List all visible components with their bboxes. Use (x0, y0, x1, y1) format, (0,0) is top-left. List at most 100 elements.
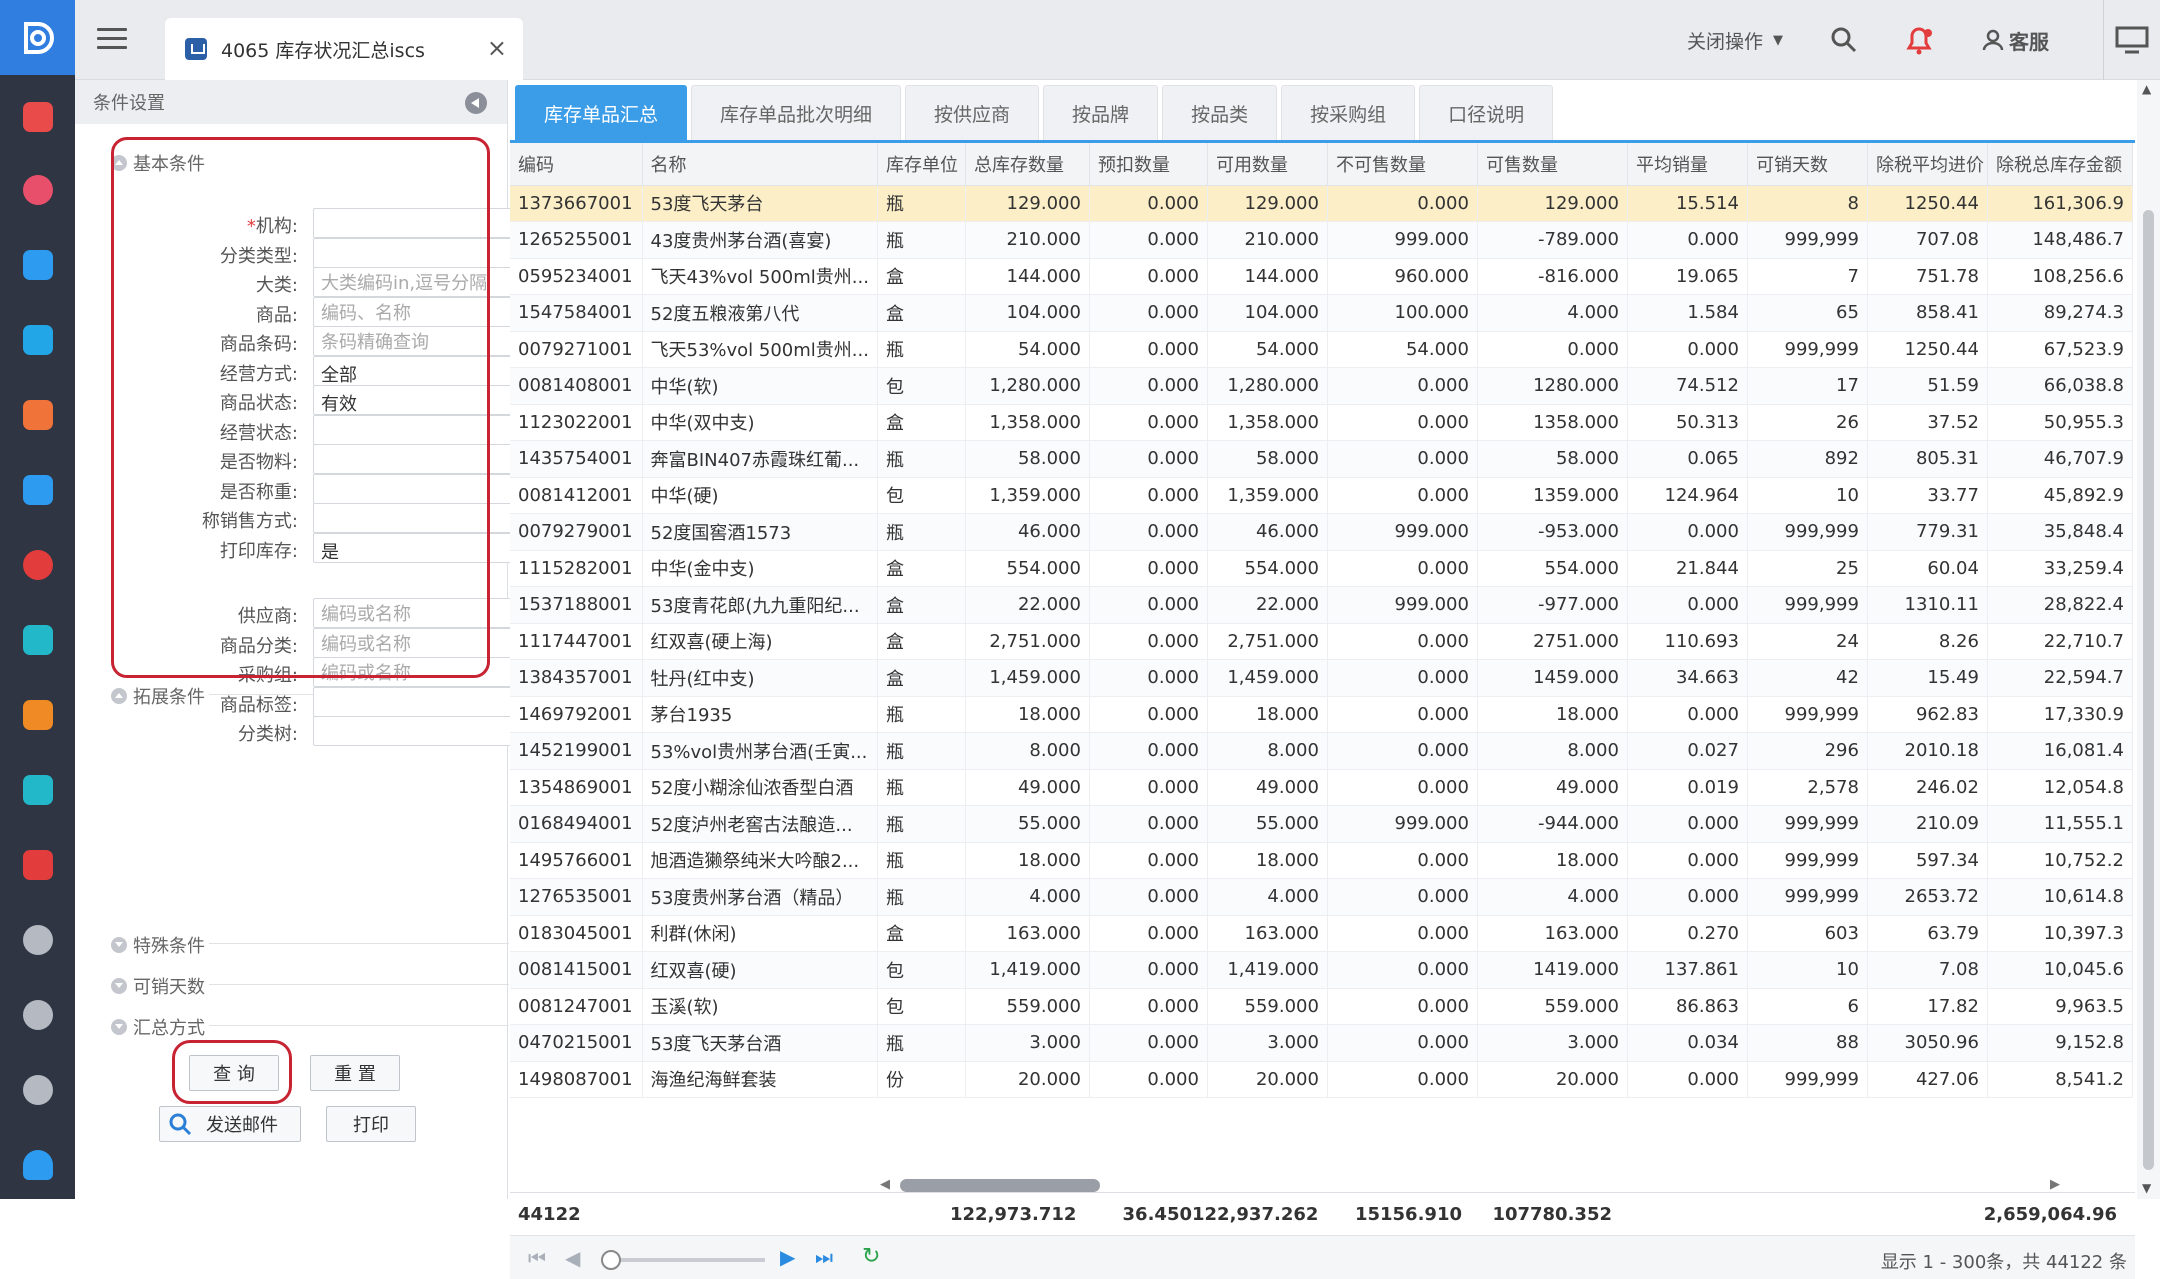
table-row[interactable]: 0470215001 53度飞天茅台酒瓶 3.000 0.000 3.000 0.000 3… (510, 1024, 2133, 1062)
table-row[interactable]: 1495766001 旭酒造獭祭纯米大吟酿2... 瓶 18.000 0.000 18.0… (510, 842, 2133, 879)
scroll-up-icon[interactable]: ▲ (2142, 82, 2151, 96)
table-row[interactable]: 1354869001 52度小糊涂仙浓香型白酒瓶 49.000 0.000 49.000… (510, 769, 2133, 806)
vertical-scrollbar[interactable]: ▲ ▼ (2137, 80, 2160, 1199)
table-row[interactable]: 0079279001 52度国窖酒1573 瓶 46.000 0.000 46.000 99… (510, 513, 2133, 551)
table-row[interactable]: 1452199001 53%vol贵州茅台酒(壬寅... 瓶 8.000 0.000 8.… (510, 732, 2133, 770)
scroll-down-icon[interactable]: ▼ (2142, 1181, 2151, 1195)
subtab[interactable]: 口径说明 (1419, 85, 1554, 141)
users-icon[interactable] (0, 990, 75, 1040)
table-row[interactable]: 1265255001 43度贵州茅台酒(喜宴) 瓶 210.000 0.000 210.0… (510, 221, 2133, 259)
list-icon[interactable] (0, 765, 75, 815)
inventory-table: 编码 名称 库存单位 总库存数量 预扣数量 可用数量 不可售数量 可售数量 平均销量 可销天数 除税… (510, 143, 2133, 1098)
send-mail-button[interactable]: 发送邮件 (159, 1106, 301, 1142)
gear-icon[interactable] (0, 1065, 75, 1115)
subtab[interactable]: 库存单品批次明细 (691, 85, 902, 141)
section-special[interactable]: 特殊条件 (111, 932, 509, 958)
horizontal-scroll-thumb[interactable] (900, 1179, 1100, 1192)
table-row[interactable]: 1498087001 海渔纪海鲜套装份 20.000 0.000 20.000 0.000… (510, 1061, 2133, 1098)
search-icon[interactable] (1830, 0, 1858, 80)
table-row[interactable]: 1276535001 53度贵州茅台酒（精品）瓶 4.000 0.000 4.000 0.… (510, 878, 2133, 916)
table-row[interactable]: 0081247001 玉溪(软) 包 559.000 0.000 559.000 0.000… (510, 988, 2133, 1025)
print-button[interactable]: 打印 (326, 1106, 416, 1142)
table-row[interactable]: 1547584001 52度五粮液第八代盒 104.000 0.000 104.000 1… (510, 294, 2133, 332)
table-row[interactable]: 0081408001 中华(软) 包 1,280.000 0.000 1,280.000 0… (510, 367, 2133, 405)
column-header[interactable]: 不可售数量 (1327, 143, 1478, 186)
hamburger-menu-icon[interactable] (97, 28, 127, 52)
scroll-right-icon[interactable]: ▶ (2050, 1177, 2060, 1192)
bag-icon[interactable] (0, 240, 75, 290)
ext-select[interactable] (313, 716, 537, 746)
page-slider[interactable] (601, 1250, 765, 1270)
column-header[interactable]: 平均销量 (1627, 143, 1748, 186)
table-row[interactable]: 1469792001 茅台1935 瓶 18.000 0.000 18.000 0.000 1… (510, 696, 2133, 733)
table-row[interactable]: 0079271001 飞天53%vol 500ml贵州... 瓶 54.000 0.00… (510, 331, 2133, 368)
page-slider-handle[interactable] (601, 1250, 621, 1270)
next-page-icon[interactable]: ▶ (780, 1245, 795, 1269)
table-cell: 0.000 (1327, 696, 1478, 733)
warehouse-out-icon[interactable] (0, 465, 75, 515)
table-row[interactable]: 1123022001 中华(双中支) 盒 1,358.000 0.000 1,358.00… (510, 404, 2133, 441)
table-cell: 0.000 (1627, 221, 1748, 259)
subtab[interactable]: 按采购组 (1281, 85, 1416, 141)
search-report-icon[interactable] (0, 165, 75, 215)
table-row[interactable]: 0081412001 中华(硬) 包 1,359.000 0.000 1,359.000 0… (510, 477, 2133, 514)
table-row[interactable]: 1384357001 牡丹(红中支) 盒 1,459.000 0.000 1,459.00… (510, 659, 2133, 697)
column-header[interactable]: 预扣数量 (1089, 143, 1208, 186)
table-cell: 0.000 (1327, 1024, 1478, 1062)
last-page-icon[interactable]: ⏭ (815, 1245, 833, 1269)
close-ops-dropdown[interactable]: 关闭操作 ▼ (1687, 0, 1783, 80)
horizontal-scrollbar[interactable]: ◀ ▶ (880, 1177, 2060, 1193)
prev-page-icon[interactable]: ◀ (565, 1246, 580, 1270)
column-header[interactable]: 编码 (510, 143, 643, 186)
column-header[interactable]: 除税平均进价 (1867, 143, 1988, 186)
total-sellable: 107780.352 (1492, 1204, 1612, 1225)
basket-icon[interactable] (0, 315, 75, 365)
table-row[interactable]: 0183045001 利群(休闲) 盒 163.000 0.000 163.000 0.00… (510, 915, 2133, 952)
subtab[interactable]: 按供应商 (905, 85, 1040, 141)
table-cell: 999,999 (1747, 221, 1868, 259)
refresh-icon[interactable]: ↻ (862, 1244, 880, 1269)
table-row[interactable]: 1435754001 奔富BIN407赤霞珠红葡... 瓶 58.000 0.000 58… (510, 440, 2133, 478)
ext-select[interactable] (313, 686, 537, 717)
vertical-scroll-thumb[interactable] (2143, 210, 2154, 1170)
store-icon[interactable] (0, 690, 75, 740)
subtab[interactable]: 按品类 (1162, 85, 1278, 141)
scroll-left-icon[interactable]: ◀ (880, 1177, 890, 1192)
finance-icon[interactable] (0, 840, 75, 890)
cloud-upload-icon[interactable] (0, 1140, 75, 1190)
subtab[interactable]: 库存单品汇总 (515, 85, 688, 141)
table-cell: 554.000 (965, 550, 1090, 587)
monitor-icon[interactable] (2103, 0, 2160, 80)
first-page-icon[interactable]: ⏮ (528, 1246, 546, 1270)
collapse-panel-icon[interactable] (465, 92, 487, 114)
reset-button[interactable]: 重 置 (310, 1055, 400, 1091)
column-header[interactable]: 可售数量 (1477, 143, 1628, 186)
subtab[interactable]: 按品牌 (1043, 85, 1159, 141)
table-row[interactable]: 1537188001 53度青花郎(九九重阳纪... 盒 22.000 0.000 22.… (510, 586, 2133, 624)
close-icon[interactable]: × (487, 36, 507, 60)
app-logo[interactable] (0, 0, 75, 75)
notification-bell-icon[interactable] (1902, 0, 1936, 80)
column-header[interactable]: 可用数量 (1207, 143, 1328, 186)
truck-icon[interactable] (0, 390, 75, 440)
column-header[interactable]: 除税总库存金额 (1987, 143, 2133, 186)
table-row[interactable]: 1373667001 53度飞天茅台瓶 129.000 0.000 129.000 0.0… (510, 185, 2133, 222)
table-row[interactable]: 0595234001 飞天43%vol 500ml贵州... 盒 144.000 0.0… (510, 258, 2133, 295)
column-header[interactable]: 名称 (642, 143, 878, 186)
customer-service-button[interactable]: 客服 (1981, 0, 2049, 80)
table-row[interactable]: 0168494001 52度泸州老窖古法酿造... 瓶 55.000 0.000 55.0… (510, 805, 2133, 843)
sale-icon[interactable] (0, 92, 75, 142)
tab-inventory-summary[interactable]: 4065 库存状况汇总iscs × (165, 18, 523, 80)
table-row[interactable]: 0081415001 红双喜(硬) 包 1,419.000 0.000 1,419.000… (510, 951, 2133, 989)
column-header[interactable]: 总库存数量 (965, 143, 1090, 186)
table-cell: 0079271001 (510, 331, 643, 368)
column-header[interactable]: 库存单位 (877, 143, 966, 186)
document-icon[interactable] (0, 615, 75, 665)
column-header[interactable]: 可销天数 (1747, 143, 1868, 186)
user-settings-icon[interactable] (0, 915, 75, 965)
section-summary[interactable]: 汇总方式 (111, 1014, 509, 1040)
return-icon[interactable] (0, 540, 75, 590)
table-row[interactable]: 1117447001 红双喜(硬上海) 盒 2,751.000 0.000 2,751.0… (510, 623, 2133, 660)
table-row[interactable]: 1115282001 中华(金中支) 盒 554.000 0.000 554.000 0.0… (510, 550, 2133, 587)
section-days[interactable]: 可销天数 (111, 973, 509, 999)
